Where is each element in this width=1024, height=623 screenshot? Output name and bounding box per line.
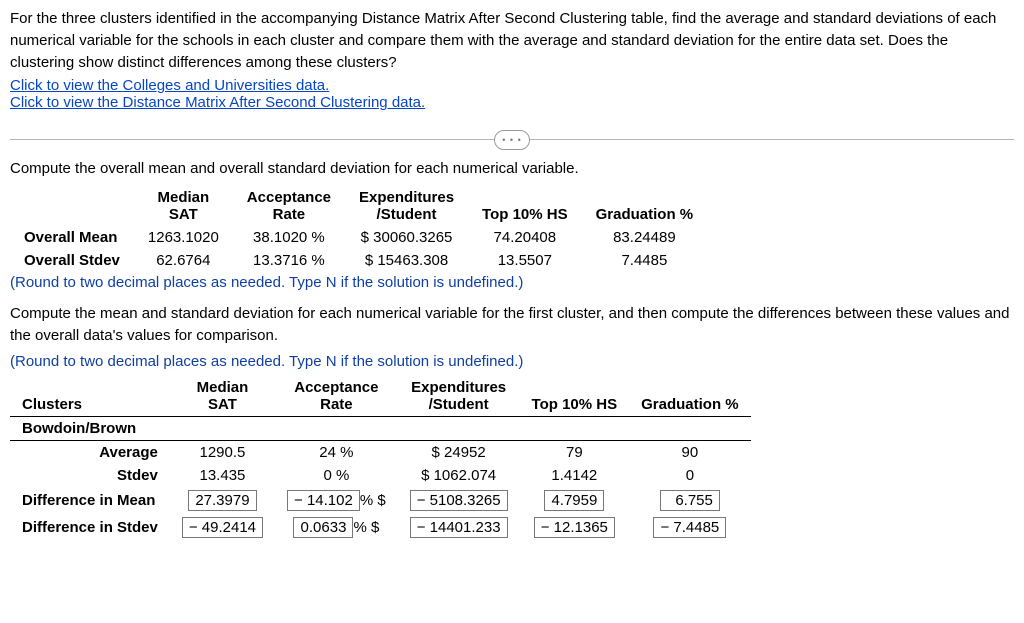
link-colleges-data[interactable]: Click to view the Colleges and Universit… xyxy=(10,77,329,94)
instruction-overall: Compute the overall mean and overall sta… xyxy=(10,158,1014,180)
cell: 13.5507 xyxy=(468,249,582,272)
section-divider: • • • xyxy=(10,139,1014,140)
cell: 13.435 xyxy=(170,464,275,487)
cell: 1.4142 xyxy=(520,464,630,487)
col-top10: Top 10% HS xyxy=(520,376,630,417)
answer-input[interactable]: − 14.102 xyxy=(287,490,360,511)
link-distance-matrix[interactable]: Click to view the Distance Matrix After … xyxy=(10,94,425,111)
answer-cell: 6.755 xyxy=(629,487,751,514)
row-label-stdev: Stdev xyxy=(10,464,170,487)
overall-stats-table: MedianSAT AcceptanceRate Expenditures/St… xyxy=(10,186,707,272)
diff-mean-row: Difference in Mean 27.3979 − 14.102% $ −… xyxy=(10,487,751,514)
answer-input[interactable]: − 7.4485 xyxy=(653,517,726,538)
col-expenditures: Expenditures/Student xyxy=(345,186,468,226)
answer-input[interactable]: − 49.2414 xyxy=(182,517,263,538)
col-median-sat: MedianSAT xyxy=(134,186,233,226)
answer-cell: 4.7959 xyxy=(520,487,630,514)
cluster-name: Bowdoin/Brown xyxy=(10,416,751,440)
header-row: MedianSAT AcceptanceRate Expenditures/St… xyxy=(10,186,707,226)
cell: 0 xyxy=(629,464,751,487)
cell: 0 % xyxy=(275,464,398,487)
cell: $ 24952 xyxy=(398,440,520,464)
question-text: For the three clusters identified in the… xyxy=(10,8,1014,73)
col-graduation: Graduation % xyxy=(582,186,708,226)
cluster-average-row: Average 1290.5 24 % $ 24952 79 90 xyxy=(10,440,751,464)
answer-input[interactable]: 27.3979 xyxy=(188,490,256,511)
answer-input[interactable]: − 12.1365 xyxy=(534,517,615,538)
cluster-name-row: Bowdoin/Brown xyxy=(10,416,751,440)
cell: $ 1062.074 xyxy=(398,464,520,487)
answer-input[interactable]: − 14401.233 xyxy=(410,517,508,538)
answer-input[interactable]: 0.0633 xyxy=(293,517,353,538)
rounding-hint-2: (Round to two decimal places as needed. … xyxy=(10,353,1014,370)
answer-cell: − 5108.3265 xyxy=(398,487,520,514)
cell: 1263.1020 xyxy=(134,226,233,249)
cluster-stdev-row: Stdev 13.435 0 % $ 1062.074 1.4142 0 xyxy=(10,464,751,487)
row-label-overall-mean: Overall Mean xyxy=(10,226,134,249)
row-label-overall-stdev: Overall Stdev xyxy=(10,249,134,272)
unit-suffix: % $ xyxy=(353,519,379,536)
cell: 13.3716 % xyxy=(233,249,345,272)
answer-cell: − 7.4485 xyxy=(629,514,751,541)
cell: $ 30060.3265 xyxy=(345,226,468,249)
collapse-toggle[interactable]: • • • xyxy=(494,130,530,150)
overall-stdev-row: Overall Stdev 62.6764 13.3716 % $ 15463.… xyxy=(10,249,707,272)
answer-cell: 27.3979 xyxy=(170,487,275,514)
answer-input[interactable]: − 5108.3265 xyxy=(410,490,508,511)
overall-mean-row: Overall Mean 1263.1020 38.1020 % $ 30060… xyxy=(10,226,707,249)
col-clusters: Clusters xyxy=(10,376,170,417)
answer-input[interactable]: 6.755 xyxy=(660,490,720,511)
col-acceptance: AcceptanceRate xyxy=(275,376,398,417)
unit-suffix: % $ xyxy=(360,492,386,509)
cell: 24 % xyxy=(275,440,398,464)
cell: 38.1020 % xyxy=(233,226,345,249)
cell: 62.6764 xyxy=(134,249,233,272)
col-acceptance: AcceptanceRate xyxy=(233,186,345,226)
row-label-diff-mean: Difference in Mean xyxy=(10,487,170,514)
cell: 79 xyxy=(520,440,630,464)
header-row: Clusters MedianSAT AcceptanceRate Expend… xyxy=(10,376,751,417)
cell: 1290.5 xyxy=(170,440,275,464)
cell: 74.20408 xyxy=(468,226,582,249)
diff-stdev-row: Difference in Stdev − 49.2414 0.0633% $ … xyxy=(10,514,751,541)
cell: 7.4485 xyxy=(582,249,708,272)
cell: $ 15463.308 xyxy=(345,249,468,272)
instruction-cluster: Compute the mean and standard deviation … xyxy=(10,303,1014,347)
answer-cell: − 14.102% $ xyxy=(275,487,398,514)
col-expenditures: Expenditures/Student xyxy=(398,376,520,417)
cell: 83.24489 xyxy=(582,226,708,249)
row-label-diff-stdev: Difference in Stdev xyxy=(10,514,170,541)
answer-cell: − 12.1365 xyxy=(520,514,630,541)
cell: 90 xyxy=(629,440,751,464)
col-graduation: Graduation % xyxy=(629,376,751,417)
answer-input[interactable]: 4.7959 xyxy=(544,490,604,511)
answer-cell: − 49.2414 xyxy=(170,514,275,541)
answer-cell: − 14401.233 xyxy=(398,514,520,541)
col-top10: Top 10% HS xyxy=(468,186,582,226)
row-label-average: Average xyxy=(10,440,170,464)
cluster-stats-table: Clusters MedianSAT AcceptanceRate Expend… xyxy=(10,376,751,541)
answer-cell: 0.0633% $ xyxy=(275,514,398,541)
col-median-sat: MedianSAT xyxy=(170,376,275,417)
rounding-hint-1: (Round to two decimal places as needed. … xyxy=(10,274,1014,291)
